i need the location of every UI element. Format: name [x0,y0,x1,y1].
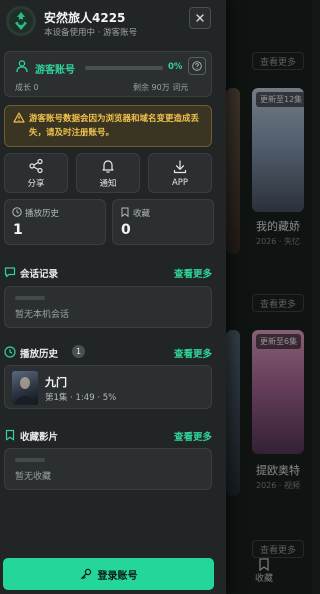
close-icon [196,14,204,22]
user-subtitle: 本设备使用中 · 游客账号 [44,28,138,38]
chat-icon [4,267,16,278]
help-button[interactable] [188,57,206,75]
clock-icon [12,207,22,217]
app-label: APP [171,177,189,188]
avatar [6,6,36,36]
clock-icon [4,346,16,358]
warning-text: 游客账号数据会因为浏览器和域名变更造成丢失，请及时注册账号。 [29,114,200,138]
growth-progress-percent: 0% [168,62,183,72]
chats-section-header: 会话记录 查看更多 [4,265,212,280]
chats-section-title: 会话记录 [20,269,59,280]
help-icon [192,61,202,71]
stat-play-history[interactable]: 播放历史 1 [4,199,106,245]
growth-progress-bar [85,66,163,70]
user-drawer: 安然旅人4225 本设备使用中 · 游客账号 游客账号 0% 成长 0 剩余 9… [0,0,226,594]
guest-user-icon [16,60,28,73]
avatar-icon [9,9,33,33]
notification-label: 通知 [99,178,117,189]
history-thumbnail [12,371,38,405]
app-download-button[interactable]: APP [148,153,212,193]
history-item-title: 九门 [45,376,67,389]
favorites-section-header: 收藏影片 查看更多 [4,428,212,443]
share-button[interactable]: 分享 [4,153,68,193]
stat-play-history-label: 播放历史 [25,209,60,219]
download-icon [173,159,187,173]
guest-account-card: 游客账号 0% 成长 0 剩余 90万 词元 [4,51,212,97]
login-button[interactable]: 登录账号 [3,558,214,590]
share-label: 分享 [27,178,45,189]
chats-empty-card: 暂无本机会话 [4,286,212,328]
favorites-empty-card: 暂无收藏 [4,448,212,490]
drawer-header: 安然旅人4225 本设备使用中 · 游客账号 [0,0,226,44]
stat-favorites-value: 0 [121,222,131,238]
favorites-empty-text: 暂无收藏 [15,472,52,482]
share-icon [29,158,43,173]
bookmark-icon [5,429,15,441]
history-list-item[interactable]: 九门 第1集 · 1:49 · 5% [4,365,212,409]
stat-favorites-label: 收藏 [133,209,151,219]
history-count-badge: 1 [72,345,85,358]
warning-icon [13,112,25,123]
user-name: 安然旅人4225 [44,11,126,25]
stat-play-history-value: 1 [13,222,23,238]
favorites-section-title: 收藏影片 [20,432,59,443]
key-icon [80,568,91,580]
bookmark-icon [121,207,129,217]
bell-icon [102,159,114,173]
close-button[interactable] [189,7,211,29]
notification-button[interactable]: 通知 [76,153,140,193]
history-more-link[interactable]: 查看更多 [174,346,212,360]
stat-favorites[interactable]: 收藏 0 [112,199,214,245]
chats-empty-text: 暂无本机会话 [15,310,70,320]
login-button-label: 登录账号 [97,570,138,582]
growth-value: 成长 0 [15,83,39,92]
guest-warning-banner: 游客账号数据会因为浏览器和域名变更造成丢失，请及时注册账号。 [4,105,212,147]
poster-image [15,377,35,405]
guest-label: 游客账号 [35,65,75,76]
remaining-tokens: 剩余 90万 词元 [133,83,189,92]
skeleton-line [15,458,45,462]
skeleton-line [15,296,45,300]
chats-more-link[interactable]: 查看更多 [174,266,212,280]
favorites-more-link[interactable]: 查看更多 [174,429,212,443]
history-item-meta: 第1集 · 1:49 · 5% [45,393,117,403]
history-section-title: 播放历史 [20,349,59,360]
history-section-header: 播放历史 1 查看更多 [4,345,212,360]
